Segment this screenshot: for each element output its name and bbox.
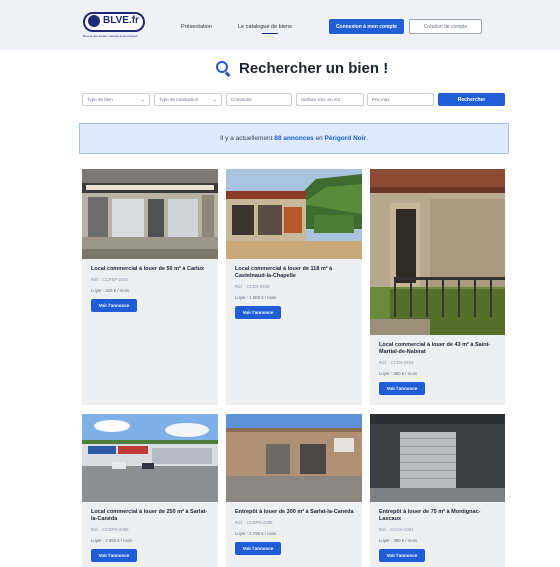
price-max-placeholder: Prix max [372, 97, 390, 102]
results-count-banner: Il y a actuellement 88 annonces en Périg… [79, 123, 509, 154]
listing-ref: Réf. : CCVH-2391 [379, 527, 414, 532]
listing-card: Local commercial à louer de 43 m² à Sain… [370, 169, 505, 405]
listing-card: Local commercial à louer de 50 m² à Carl… [82, 169, 218, 405]
logo-tagline: Bourse des locaux vacants économiques [83, 34, 138, 38]
listing-ref: Réf. : CCDV-2409 [235, 284, 270, 289]
listing-photo[interactable] [226, 414, 362, 502]
view-listing-button[interactable]: Voir l'annonce [235, 306, 281, 319]
listing-photo[interactable] [82, 414, 218, 502]
view-listing-button[interactable]: Voir l'annonce [379, 382, 425, 395]
search-button[interactable]: Rechercher [438, 93, 505, 106]
listing-info: Local commercial à louer de 50 m² à Carl… [91, 266, 212, 312]
login-button[interactable]: Connexion à mon compte [329, 19, 404, 34]
listing-ref: Réf. : CCSPN-2395 [235, 520, 273, 525]
listing-ref: Réf. : CCPSF-2433 [91, 277, 129, 282]
nav-catalogue[interactable]: Le catalogue de biens [238, 24, 292, 30]
listing-title: Local commercial à louer de 43 m² à Sain… [379, 342, 491, 355]
chevron-down-icon: ⌄ [212, 97, 217, 103]
page-title: Rechercher un bien ! [239, 59, 389, 77]
commune-input[interactable]: Commune [226, 93, 292, 106]
listing-card: Entrepôt à louer de 300 m² à Sarlat-la-C… [226, 414, 362, 567]
banner-prefix: Il y a actuellement [220, 135, 273, 142]
site-logo[interactable]: BLVE.fr Bourse des locaux vacants économ… [83, 12, 147, 38]
listing-title: Local commercial à louer de 250 m² à Sar… [91, 509, 208, 522]
surface-min-input[interactable]: Surface min. en m2 [296, 93, 364, 106]
view-listing-button[interactable]: Voir l'annonce [91, 549, 137, 562]
property-type-value: Type de bien [87, 97, 113, 102]
create-account-button[interactable]: Création de compte [409, 19, 482, 34]
listing-rent: Loyer : 1 790 € / mois [235, 531, 277, 536]
banner-middle: en [315, 135, 323, 142]
search-icon [216, 61, 231, 77]
listing-info: Entrepôt à louer de 300 m² à Sarlat-la-C… [235, 509, 356, 555]
transaction-type-select[interactable]: Type de transaction ⌄ [154, 93, 222, 106]
listing-rent: Loyer : 380 € / mois [379, 371, 417, 376]
transaction-type-value: Type de transaction [159, 97, 199, 102]
listing-ref: Réf. : CCSPN-2396 [91, 527, 129, 532]
listing-ref: Réf. : CCDV-2403 [379, 360, 414, 365]
listing-rent: Loyer : 416 € / mois [91, 288, 129, 293]
page-title-row: Rechercher un bien ! [216, 58, 388, 78]
listing-rent: Loyer : 2 690 € / mois [91, 538, 133, 543]
listing-title: Entrepôt à louer de 75 m² à Montignac-La… [379, 509, 481, 522]
listing-rent: Loyer : 1 000 € / mois [235, 295, 277, 300]
logo-mark-icon [88, 15, 100, 27]
region-name: Périgord Noir [324, 135, 367, 142]
listing-card: Local commercial à louer de 118 m² à Cas… [226, 169, 362, 405]
nav-active-underline [262, 33, 278, 34]
listing-rent: Loyer : 380 € / mois [379, 538, 417, 543]
listing-photo[interactable] [370, 414, 505, 502]
nav-presentation[interactable]: Présentation [181, 24, 212, 30]
listing-info: Local commercial à louer de 250 m² à Sar… [91, 509, 212, 562]
view-listing-button[interactable]: Voir l'annonce [235, 542, 281, 555]
view-listing-button[interactable]: Voir l'annonce [91, 299, 137, 312]
listing-title: Local commercial à louer de 50 m² à Carl… [91, 266, 205, 272]
banner-suffix: . [366, 135, 368, 142]
listing-title: Local commercial à louer de 118 m² à Cas… [235, 266, 333, 279]
commune-placeholder: Commune [231, 97, 252, 102]
chevron-down-icon: ⌄ [140, 97, 145, 103]
price-max-input[interactable]: Prix max [367, 93, 434, 106]
listing-count: 88 annonces [274, 135, 314, 142]
listing-info: Entrepôt à louer de 75 m² à Montignac-La… [379, 509, 499, 562]
logo-text: BLVE.fr [103, 15, 139, 26]
listing-card: Local commercial à louer de 250 m² à Sar… [82, 414, 218, 567]
property-type-select[interactable]: Type de bien ⌄ [82, 93, 150, 106]
listing-card: Entrepôt à louer de 75 m² à Montignac-La… [370, 414, 505, 567]
surface-min-placeholder: Surface min. en m2 [301, 97, 341, 102]
listing-photo[interactable] [226, 169, 362, 259]
listing-info: Local commercial à louer de 118 m² à Cas… [235, 266, 356, 319]
listing-title: Entrepôt à louer de 300 m² à Sarlat-la-C… [235, 509, 354, 515]
listing-photo[interactable] [82, 169, 218, 259]
view-listing-button[interactable]: Voir l'annonce [379, 549, 425, 562]
site-header: BLVE.fr Bourse des locaux vacants économ… [0, 0, 560, 50]
listing-info: Local commercial à louer de 43 m² à Sain… [379, 342, 499, 395]
listing-photo[interactable] [370, 169, 505, 335]
